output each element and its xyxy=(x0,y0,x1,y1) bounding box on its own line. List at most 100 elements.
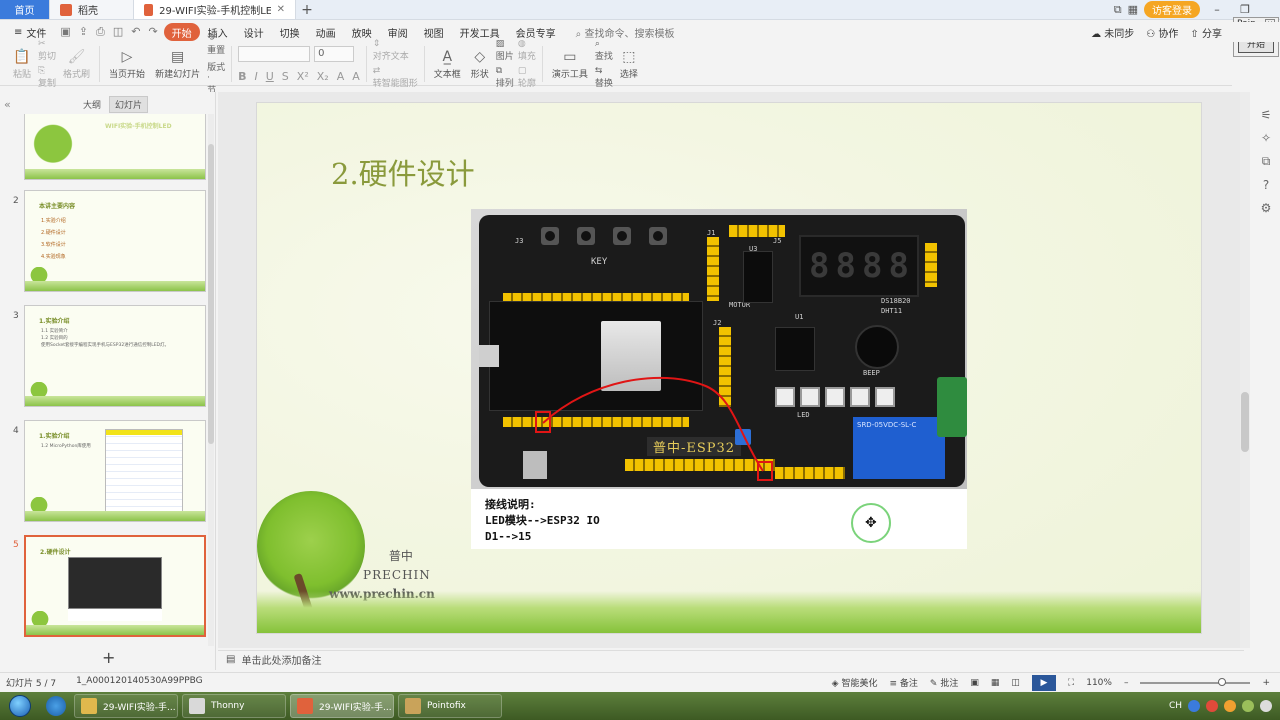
normal-view-icon[interactable]: ▣ xyxy=(970,678,979,688)
share-button[interactable]: ⇧ 分享 xyxy=(1190,25,1222,40)
zoom-out-button[interactable]: – xyxy=(1124,678,1129,688)
collapse-pane-icon[interactable]: « xyxy=(4,98,11,111)
command-search[interactable]: ⌕ 查找命令、搜索模板 xyxy=(564,25,675,40)
save-icon[interactable]: ▣ xyxy=(60,25,70,39)
slide-thumbnail-5[interactable]: 2.硬件设计 xyxy=(24,535,206,637)
scrollbar-thumb[interactable] xyxy=(208,144,214,444)
scrollbar-thumb[interactable] xyxy=(1241,392,1249,452)
comments-button[interactable]: ✎ 批注 xyxy=(930,676,958,689)
tab-docer[interactable]: 稻壳 xyxy=(50,0,134,19)
input-language[interactable]: CH xyxy=(1169,701,1182,711)
redo-icon[interactable]: ↷ xyxy=(148,25,157,39)
superscript-button[interactable]: X² xyxy=(297,70,309,83)
highlight-button[interactable]: A xyxy=(352,70,360,83)
grid-icon[interactable]: ▦ xyxy=(1128,3,1138,16)
paste-button[interactable]: 📋 粘贴 xyxy=(10,44,34,84)
copy-button[interactable]: ⎘ 复制 xyxy=(38,66,56,89)
visitor-login-button[interactable]: 访客登录 xyxy=(1144,1,1200,18)
menu-design[interactable]: 设计 xyxy=(236,23,272,41)
sorter-view-icon[interactable]: ▦ xyxy=(991,678,1000,688)
taskbar-task-wps[interactable]: 29-WIFI实验-手... xyxy=(290,694,394,718)
thumbnail-scrollbar[interactable] xyxy=(208,114,214,646)
find-button[interactable]: ⌕ 查找 xyxy=(595,39,613,62)
slide-thumbnail-4[interactable]: 1.实验介绍 1.2 MicroPython库使用 xyxy=(24,420,206,522)
layout-button[interactable]: 版式 xyxy=(207,60,225,73)
menu-animation[interactable]: 动画 xyxy=(308,23,344,41)
slide-thumbnail-2[interactable]: 本讲主要内容 1.实验介绍 2.硬件设计 3.软件设计 4.实验现象 xyxy=(24,190,206,292)
tab-home[interactable]: 首页 xyxy=(0,0,50,19)
zoom-level[interactable]: 110% xyxy=(1086,678,1112,688)
adjust-icon[interactable]: ⚟ xyxy=(1261,108,1272,122)
outline-button[interactable]: ▢ 轮廓 xyxy=(518,66,536,89)
preview-icon[interactable]: ◫ xyxy=(113,25,123,39)
notes-pane[interactable]: ▤ 单击此处添加备注 xyxy=(218,650,1244,668)
strikethrough-button[interactable]: S xyxy=(282,70,289,83)
select-button[interactable]: ⬚ 选择 xyxy=(617,44,641,84)
fit-window-icon[interactable]: ⛶ xyxy=(1068,678,1074,688)
bold-button[interactable]: B xyxy=(238,70,246,83)
layout-icon[interactable]: ⧉ xyxy=(1114,3,1122,17)
menu-transition[interactable]: 切换 xyxy=(272,23,308,41)
menu-view[interactable]: 视图 xyxy=(416,23,452,41)
shape-button[interactable]: ◇ 形状 xyxy=(468,44,492,84)
smart-beautify-button[interactable]: ◈ 智能美化 xyxy=(832,676,878,689)
picture-button[interactable]: ▨ 图片 xyxy=(496,39,514,62)
reset-button[interactable]: ⟲ 重置 xyxy=(207,33,225,56)
zoom-in-button[interactable]: + xyxy=(1262,678,1270,688)
taskbar-task-explorer[interactable]: 29-WIFI实验-手... xyxy=(74,694,178,718)
zoom-slider-knob[interactable] xyxy=(1218,677,1227,686)
help-icon[interactable]: ? xyxy=(1263,178,1269,192)
slide-thumbnail-1[interactable]: WIFI实验-手机控制LED xyxy=(24,114,206,180)
notes-toggle-button[interactable]: ≡ 备注 xyxy=(889,676,917,689)
subscript-button[interactable]: X₂ xyxy=(317,70,329,83)
fill-button[interactable]: ◍ 填充 xyxy=(518,39,536,62)
animation-icon[interactable]: ✧ xyxy=(1261,131,1271,145)
slideshow-play-button[interactable]: ▶ xyxy=(1031,674,1056,691)
font-name-select[interactable] xyxy=(238,45,311,62)
tray-icon-security[interactable] xyxy=(1206,700,1218,712)
start-button[interactable] xyxy=(0,692,40,720)
italic-button[interactable]: I xyxy=(254,70,257,83)
undo-icon[interactable]: ↶ xyxy=(131,25,140,39)
close-tab-icon[interactable]: ✕ xyxy=(277,4,285,15)
play-from-current-button[interactable]: ▷ 当页开始 xyxy=(106,44,148,84)
sync-status[interactable]: ☁ 未同步 xyxy=(1091,25,1134,40)
export-icon[interactable]: ⇪ xyxy=(79,25,88,39)
textbox-button[interactable]: A̲ 文本框 xyxy=(431,44,464,84)
slide-scrollbar[interactable] xyxy=(1240,92,1250,648)
taskbar-task-pointofix[interactable]: Pointofix xyxy=(398,694,502,718)
replace-button[interactable]: ⇆ 替换 xyxy=(595,66,613,89)
collaborate-button[interactable]: ⚇ 协作 xyxy=(1146,25,1178,40)
tab-slides[interactable]: 幻灯片 xyxy=(109,95,149,113)
settings-icon[interactable]: ⚙ xyxy=(1261,201,1272,215)
reading-view-icon[interactable]: ◫ xyxy=(1011,678,1020,688)
esp32-board-photo[interactable]: KEY MOTOR DS18B20 DHT11 BEEP LED J1 J2 J… xyxy=(471,209,967,489)
font-color-button[interactable]: A xyxy=(337,70,345,83)
slide-thumbnail-3[interactable]: 1.实验介绍 1.1 实验简介 1.2 实验目的 使用Socket套接字编程实现… xyxy=(24,305,206,407)
print-icon[interactable]: ⎙ xyxy=(96,25,105,39)
restore-icon[interactable]: ❐ xyxy=(1234,3,1256,16)
align-text-button[interactable]: ⇕ 对齐文本 xyxy=(373,39,418,62)
underline-button[interactable]: U xyxy=(266,70,274,83)
copy-slide-icon[interactable]: ⧉ xyxy=(1262,154,1271,169)
tray-icon-volume[interactable] xyxy=(1260,700,1272,712)
arrange-button[interactable]: ⧉ 排列 xyxy=(496,66,514,89)
font-size-select[interactable]: 0 xyxy=(314,45,355,62)
wiring-caption[interactable]: 接线说明: LED模块-->ESP32 IO D1-->15 xyxy=(471,489,967,549)
tray-icon-help[interactable] xyxy=(1188,700,1200,712)
convert-smartart-button[interactable]: ⇄ 转智能图形 xyxy=(373,66,418,89)
format-painter-button[interactable]: 🖌 格式刷 xyxy=(60,44,93,84)
presentation-tools-button[interactable]: ▭ 演示工具 xyxy=(549,44,591,84)
tray-icon-app[interactable] xyxy=(1224,700,1236,712)
tab-document[interactable]: 29-WIFI实验-手机控制LED.pptx ✕ xyxy=(134,0,296,19)
minimize-icon[interactable]: – xyxy=(1206,3,1228,16)
add-tab-button[interactable]: + xyxy=(296,0,318,19)
cut-button[interactable]: ✂ 剪切 xyxy=(38,39,56,62)
menu-home[interactable]: 开始 xyxy=(163,23,200,41)
current-slide[interactable]: 2.硬件设计 KEY MOTOR DS18B20 DHT11 BEEP LED … xyxy=(256,102,1202,634)
browser-icon[interactable] xyxy=(40,693,72,719)
zoom-slider[interactable] xyxy=(1140,677,1251,686)
tray-icon-network[interactable] xyxy=(1242,700,1254,712)
add-slide-button[interactable]: + xyxy=(102,648,115,667)
taskbar-task-thonny[interactable]: Thonny xyxy=(182,694,286,718)
